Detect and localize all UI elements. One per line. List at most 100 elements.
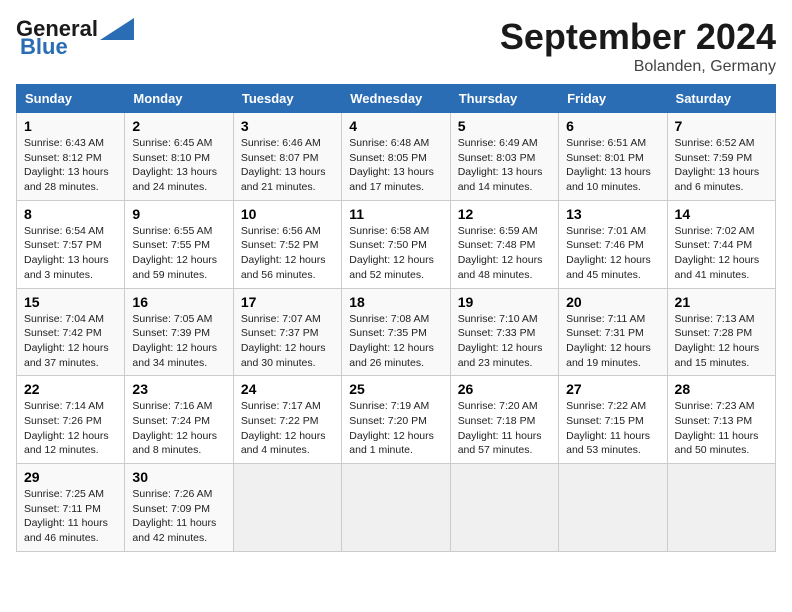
calendar-cell: 16Sunrise: 7:05 AMSunset: 7:39 PMDayligh…	[125, 288, 233, 376]
day-number: 12	[458, 206, 551, 222]
weekday-header-friday: Friday	[559, 85, 667, 113]
day-number: 15	[24, 294, 117, 310]
logo-icon	[100, 18, 134, 40]
calendar-week-4: 22Sunrise: 7:14 AMSunset: 7:26 PMDayligh…	[17, 376, 776, 464]
day-info: Sunrise: 7:01 AMSunset: 7:46 PMDaylight:…	[566, 224, 659, 283]
calendar-cell: 14 Sunrise: 7:02 AMSunset: 7:44 PMDayligh…	[667, 200, 775, 288]
calendar-cell: 2 Sunrise: 6:45 AMSunset: 8:10 PMDaylight…	[125, 113, 233, 201]
calendar-cell: 29Sunrise: 7:25 AMSunset: 7:11 PMDayligh…	[17, 464, 125, 552]
day-number: 9	[132, 206, 225, 222]
weekday-header-sunday: Sunday	[17, 85, 125, 113]
day-number: 22	[24, 381, 117, 397]
calendar-cell: 8 Sunrise: 6:54 AMSunset: 7:57 PMDaylight…	[17, 200, 125, 288]
day-info: Sunrise: 7:20 AMSunset: 7:18 PMDaylight:…	[458, 399, 551, 458]
day-info: Sunrise: 6:46 AMSunset: 8:07 PMDaylight:…	[241, 136, 334, 195]
day-number: 5	[458, 118, 551, 134]
day-info: Sunrise: 6:43 AMSunset: 8:12 PMDaylight:…	[24, 136, 117, 195]
day-info: Sunrise: 6:52 AMSunset: 7:59 PMDaylight:…	[675, 136, 768, 195]
calendar-cell: 4 Sunrise: 6:48 AMSunset: 8:05 PMDaylight…	[342, 113, 450, 201]
day-number: 16	[132, 294, 225, 310]
day-info: Sunrise: 6:48 AMSunset: 8:05 PMDaylight:…	[349, 136, 442, 195]
day-number: 1	[24, 118, 117, 134]
day-number: 19	[458, 294, 551, 310]
weekday-header-thursday: Thursday	[450, 85, 558, 113]
calendar-cell: 3Sunrise: 6:46 AMSunset: 8:07 PMDaylight…	[233, 113, 341, 201]
calendar-cell: 22Sunrise: 7:14 AMSunset: 7:26 PMDayligh…	[17, 376, 125, 464]
day-number: 18	[349, 294, 442, 310]
calendar-cell: 9 Sunrise: 6:55 AMSunset: 7:55 PMDaylight…	[125, 200, 233, 288]
day-info: Sunrise: 6:59 AMSunset: 7:48 PMDaylight:…	[458, 224, 551, 283]
day-info: Sunrise: 7:13 AMSunset: 7:28 PMDaylight:…	[675, 312, 768, 371]
day-number: 20	[566, 294, 659, 310]
calendar-cell: 13 Sunrise: 7:01 AMSunset: 7:46 PMDayligh…	[559, 200, 667, 288]
day-info: Sunrise: 7:07 AMSunset: 7:37 PMDaylight:…	[241, 312, 334, 371]
day-number: 30	[132, 469, 225, 485]
day-number: 25	[349, 381, 442, 397]
day-info: Sunrise: 7:23 AMSunset: 7:13 PMDaylight:…	[675, 399, 768, 458]
day-info: Sunrise: 7:02 AMSunset: 7:44 PMDaylight:…	[675, 224, 768, 283]
calendar-cell: 6 Sunrise: 6:51 AMSunset: 8:01 PMDaylight…	[559, 113, 667, 201]
calendar-cell: 26Sunrise: 7:20 AMSunset: 7:18 PMDayligh…	[450, 376, 558, 464]
day-number: 21	[675, 294, 768, 310]
day-number: 23	[132, 381, 225, 397]
calendar-week-5: 29Sunrise: 7:25 AMSunset: 7:11 PMDayligh…	[17, 464, 776, 552]
calendar-cell: 30Sunrise: 7:26 AMSunset: 7:09 PMDayligh…	[125, 464, 233, 552]
weekday-header-monday: Monday	[125, 85, 233, 113]
weekday-header-saturday: Saturday	[667, 85, 775, 113]
calendar-cell: 25Sunrise: 7:19 AMSunset: 7:20 PMDayligh…	[342, 376, 450, 464]
day-info: Sunrise: 6:56 AMSunset: 7:52 PMDaylight:…	[241, 224, 334, 283]
day-info: Sunrise: 6:54 AMSunset: 7:57 PMDaylight:…	[24, 224, 117, 283]
page-header: General Blue September 2024 Bolanden, Ge…	[16, 16, 776, 76]
day-info: Sunrise: 7:16 AMSunset: 7:24 PMDaylight:…	[132, 399, 225, 458]
calendar-cell	[342, 464, 450, 552]
calendar-cell: 1 Sunrise: 6:43 AMSunset: 8:12 PMDaylight…	[17, 113, 125, 201]
calendar-week-2: 8 Sunrise: 6:54 AMSunset: 7:57 PMDaylight…	[17, 200, 776, 288]
calendar-cell	[559, 464, 667, 552]
day-info: Sunrise: 7:08 AMSunset: 7:35 PMDaylight:…	[349, 312, 442, 371]
day-number: 17	[241, 294, 334, 310]
title-area: September 2024 Bolanden, Germany	[500, 16, 776, 76]
day-number: 4	[349, 118, 442, 134]
day-number: 10	[241, 206, 334, 222]
day-number: 2	[132, 118, 225, 134]
weekday-header-wednesday: Wednesday	[342, 85, 450, 113]
day-info: Sunrise: 6:45 AMSunset: 8:10 PMDaylight:…	[132, 136, 225, 195]
day-info: Sunrise: 7:10 AMSunset: 7:33 PMDaylight:…	[458, 312, 551, 371]
calendar-cell	[450, 464, 558, 552]
calendar-cell: 20 Sunrise: 7:11 AMSunset: 7:31 PMDayligh…	[559, 288, 667, 376]
day-info: Sunrise: 6:49 AMSunset: 8:03 PMDaylight:…	[458, 136, 551, 195]
weekday-header-tuesday: Tuesday	[233, 85, 341, 113]
calendar-cell: 18 Sunrise: 7:08 AMSunset: 7:35 PMDayligh…	[342, 288, 450, 376]
day-info: Sunrise: 6:58 AMSunset: 7:50 PMDaylight:…	[349, 224, 442, 283]
calendar-week-3: 15 Sunrise: 7:04 AMSunset: 7:42 PMDayligh…	[17, 288, 776, 376]
month-title: September 2024	[500, 16, 776, 58]
day-number: 28	[675, 381, 768, 397]
weekday-header-row: SundayMondayTuesdayWednesdayThursdayFrid…	[17, 85, 776, 113]
day-number: 6	[566, 118, 659, 134]
calendar-cell: 24 Sunrise: 7:17 AMSunset: 7:22 PMDayligh…	[233, 376, 341, 464]
day-number: 13	[566, 206, 659, 222]
calendar-cell: 12 Sunrise: 6:59 AMSunset: 7:48 PMDayligh…	[450, 200, 558, 288]
day-info: Sunrise: 7:11 AMSunset: 7:31 PMDaylight:…	[566, 312, 659, 371]
calendar-cell: 28 Sunrise: 7:23 AMSunset: 7:13 PMDayligh…	[667, 376, 775, 464]
day-info: Sunrise: 6:51 AMSunset: 8:01 PMDaylight:…	[566, 136, 659, 195]
calendar-table: SundayMondayTuesdayWednesdayThursdayFrid…	[16, 84, 776, 552]
day-info: Sunrise: 7:04 AMSunset: 7:42 PMDaylight:…	[24, 312, 117, 371]
calendar-cell: 27 Sunrise: 7:22 AMSunset: 7:15 PMDayligh…	[559, 376, 667, 464]
calendar-week-1: 1 Sunrise: 6:43 AMSunset: 8:12 PMDaylight…	[17, 113, 776, 201]
day-number: 11	[349, 206, 442, 222]
logo-blue: Blue	[16, 34, 68, 60]
day-info: Sunrise: 7:17 AMSunset: 7:22 PMDaylight:…	[241, 399, 334, 458]
calendar-cell: 10 Sunrise: 6:56 AMSunset: 7:52 PMDayligh…	[233, 200, 341, 288]
day-info: Sunrise: 7:25 AMSunset: 7:11 PMDaylight:…	[24, 487, 117, 546]
day-info: Sunrise: 7:22 AMSunset: 7:15 PMDaylight:…	[566, 399, 659, 458]
day-number: 8	[24, 206, 117, 222]
day-number: 24	[241, 381, 334, 397]
calendar-cell: 19 Sunrise: 7:10 AMSunset: 7:33 PMDayligh…	[450, 288, 558, 376]
calendar-cell: 5 Sunrise: 6:49 AMSunset: 8:03 PMDaylight…	[450, 113, 558, 201]
day-number: 14	[675, 206, 768, 222]
day-number: 27	[566, 381, 659, 397]
day-info: Sunrise: 6:55 AMSunset: 7:55 PMDaylight:…	[132, 224, 225, 283]
calendar-cell: 21 Sunrise: 7:13 AMSunset: 7:28 PMDayligh…	[667, 288, 775, 376]
calendar-cell: 11 Sunrise: 6:58 AMSunset: 7:50 PMDayligh…	[342, 200, 450, 288]
